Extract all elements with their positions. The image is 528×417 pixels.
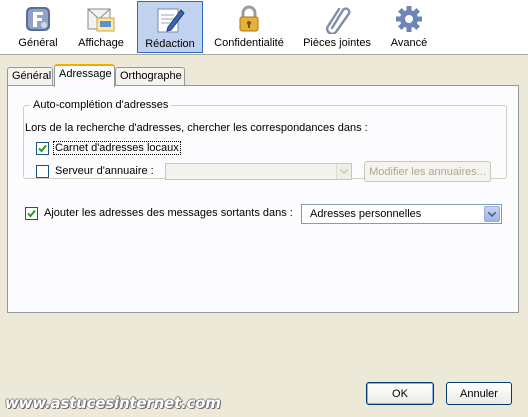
toolbar-attachments-label: Pièces jointes [303, 37, 371, 49]
outgoing-addresses-checkbox[interactable] [25, 207, 38, 220]
outgoing-addressbook-value: Adresses personnelles [310, 208, 422, 220]
autocomplete-legend: Auto-complétion d'adresses [30, 99, 172, 111]
check-icon [38, 144, 47, 153]
site-watermark: www.astucesinternet.com [5, 394, 221, 412]
directory-server-select[interactable] [165, 163, 352, 180]
chevron-down-icon [336, 164, 351, 179]
display-icon [87, 8, 115, 32]
toolbar-display-button[interactable]: Affichage [72, 1, 130, 53]
cancel-button[interactable]: Annuler [446, 382, 512, 405]
toolbar-attachments-button[interactable]: Pièces jointes [299, 1, 375, 53]
general-icon [26, 7, 50, 31]
toolbar-compose-label: Rédaction [145, 38, 195, 50]
compose-icon [157, 8, 185, 33]
ok-button[interactable]: OK [366, 382, 434, 405]
directory-server-label[interactable]: Serveur d'annuaire : [55, 165, 154, 177]
lock-icon [239, 5, 259, 32]
tab-general[interactable]: Général [7, 67, 53, 86]
outgoing-addressbook-select[interactable]: Adresses personnelles [301, 204, 502, 224]
gear-icon [396, 6, 422, 32]
local-addressbook-checkbox[interactable] [36, 142, 49, 155]
paperclip-icon [325, 7, 351, 34]
outgoing-addresses-label[interactable]: Ajouter les adresses des messages sortan… [44, 207, 293, 219]
toolbar-general-button[interactable]: Général [12, 1, 64, 53]
tab-spelling[interactable]: Orthographe [115, 67, 185, 86]
tab-addressing[interactable]: Adressage [54, 64, 115, 87]
toolbar-advanced-button[interactable]: Avancé [384, 1, 434, 53]
toolbar-advanced-label: Avancé [390, 37, 428, 49]
toolbar-display-label: Affichage [78, 37, 124, 49]
tab-panel-addressing: Auto-complétion d'adresses Lors de la re… [7, 85, 519, 313]
toolbar-privacy-button[interactable]: Confidentialité [211, 1, 287, 53]
modify-directories-button[interactable]: Modifier les annuaires... [364, 161, 491, 182]
toolbar-privacy-label: Confidentialité [214, 37, 284, 49]
chevron-down-icon [484, 206, 500, 222]
check-icon [27, 209, 36, 218]
local-addressbook-label[interactable]: Carnet d'adresses locaux [53, 141, 181, 155]
toolbar-general-label: Général [18, 37, 58, 49]
preferences-toolbar: Général Affichage Rédaction Confidential… [0, 0, 528, 55]
directory-server-checkbox[interactable] [36, 165, 49, 178]
autocomplete-description: Lors de la recherche d'adresses, cherche… [25, 122, 368, 134]
toolbar-compose-button[interactable]: Rédaction [137, 1, 203, 53]
